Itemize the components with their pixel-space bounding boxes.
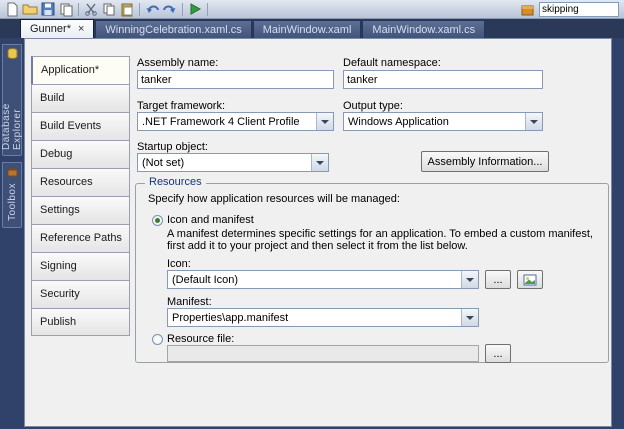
start-debug-icon[interactable] <box>186 1 204 18</box>
tab-gunner[interactable]: Gunner* × <box>20 19 95 38</box>
tab-winningcelebration[interactable]: WinningCelebration.xaml.cs <box>95 20 252 38</box>
default-namespace-input[interactable] <box>343 70 543 89</box>
undo-icon[interactable] <box>143 1 161 18</box>
nav-item-resources[interactable]: Resources <box>31 168 130 196</box>
redo-icon[interactable] <box>161 1 179 18</box>
manifest-select[interactable]: Properties\app.manifest <box>167 308 479 327</box>
nav-item-reference-paths[interactable]: Reference Paths <box>31 224 130 252</box>
document-tab-bar: Gunner* × WinningCelebration.xaml.cs Mai… <box>0 19 624 38</box>
nav-item-settings[interactable]: Settings <box>31 196 130 224</box>
open-folder-icon[interactable] <box>21 1 39 18</box>
nav-item-security[interactable]: Security <box>31 280 130 308</box>
resources-description: Specify how application resources will b… <box>148 193 400 205</box>
new-file-icon[interactable] <box>3 1 21 18</box>
chevron-down-icon[interactable] <box>316 113 333 130</box>
default-namespace-label: Default namespace: <box>343 57 441 69</box>
sidebar-tab-label: Toolbox <box>6 183 18 221</box>
resource-file-input[interactable] <box>167 345 479 362</box>
nav-item-signing[interactable]: Signing <box>31 252 130 280</box>
startup-object-label: Startup object: <box>137 141 208 153</box>
close-icon[interactable]: × <box>78 24 84 35</box>
nav-item-application[interactable]: Application* <box>31 56 130 84</box>
toolbar-separator <box>78 2 79 16</box>
tab-mainwindow-xaml[interactable]: MainWindow.xaml <box>252 20 362 38</box>
paste-icon[interactable] <box>118 1 136 18</box>
startup-object-select[interactable]: (Not set) <box>137 153 329 172</box>
copy-icon[interactable] <box>100 1 118 18</box>
assembly-information-button[interactable]: Assembly Information... <box>421 151 549 172</box>
sidebar-tab-label: Database Explorer <box>1 103 23 150</box>
chevron-down-icon[interactable] <box>461 271 478 288</box>
save-icon[interactable] <box>39 1 57 18</box>
database-icon <box>7 48 18 62</box>
cut-icon[interactable] <box>82 1 100 18</box>
tab-label: Gunner* <box>30 23 71 35</box>
icon-select[interactable]: (Default Icon) <box>167 270 479 289</box>
target-framework-value: .NET Framework 4 Client Profile <box>142 115 300 128</box>
manifest-value: Properties\app.manifest <box>172 311 289 324</box>
package-icon[interactable] <box>518 1 536 18</box>
search-input[interactable] <box>539 1 619 17</box>
properties-nav: Application* Build Build Events Debug Re… <box>31 56 130 336</box>
tab-label: WinningCelebration.xaml.cs <box>105 23 242 36</box>
manifest-description: A manifest determines specific settings … <box>167 228 593 252</box>
assembly-name-label: Assembly name: <box>137 57 219 69</box>
resources-group-title: Resources <box>145 176 206 188</box>
resource-file-radio[interactable] <box>152 334 163 345</box>
toolbox-icon <box>7 166 18 180</box>
chevron-down-icon[interactable] <box>461 309 478 326</box>
sidebar-tab-toolbox[interactable]: Toolbox <box>2 162 22 228</box>
toolbar-separator <box>207 2 208 16</box>
icon-preview-button[interactable] <box>517 270 543 289</box>
visual-studio-window: Gunner* × WinningCelebration.xaml.cs Mai… <box>0 0 624 429</box>
icon-and-manifest-radio[interactable] <box>152 215 163 226</box>
target-framework-select[interactable]: .NET Framework 4 Client Profile <box>137 112 334 131</box>
resource-file-radio-label: Resource file: <box>167 333 235 345</box>
nav-item-build-events[interactable]: Build Events <box>31 112 130 140</box>
save-all-icon[interactable] <box>57 1 75 18</box>
output-type-value: Windows Application <box>348 115 449 128</box>
nav-item-publish[interactable]: Publish <box>31 308 130 336</box>
main-toolbar <box>0 0 624 19</box>
icon-label: Icon: <box>167 258 191 270</box>
assembly-name-input[interactable] <box>137 70 334 89</box>
startup-object-value: (Not set) <box>142 156 185 169</box>
output-type-label: Output type: <box>343 100 403 112</box>
tab-label: MainWindow.xaml.cs <box>372 23 476 36</box>
manifest-label: Manifest: <box>167 296 212 308</box>
docked-tool-strip: Database Explorer Toolbox <box>0 38 24 429</box>
icon-and-manifest-radio-label: Icon and manifest <box>167 214 254 226</box>
chevron-down-icon[interactable] <box>525 113 542 130</box>
resource-file-browse-button[interactable]: ... <box>485 344 511 363</box>
resources-groupbox: Resources Specify how application resour… <box>135 176 609 363</box>
icon-browse-button[interactable]: ... <box>485 270 511 289</box>
icon-value: (Default Icon) <box>172 273 239 286</box>
toolbar-separator <box>139 2 140 16</box>
sidebar-tab-database-explorer[interactable]: Database Explorer <box>1 44 23 156</box>
output-type-select[interactable]: Windows Application <box>343 112 543 131</box>
tab-mainwindow-xaml-cs[interactable]: MainWindow.xaml.cs <box>362 20 486 38</box>
target-framework-label: Target framework: <box>137 100 226 112</box>
tab-label: MainWindow.xaml <box>262 23 352 36</box>
nav-item-build[interactable]: Build <box>31 84 130 112</box>
toolbar-separator <box>182 2 183 16</box>
project-properties-panel: Application* Build Build Events Debug Re… <box>24 38 612 427</box>
nav-item-debug[interactable]: Debug <box>31 140 130 168</box>
chevron-down-icon[interactable] <box>311 154 328 171</box>
